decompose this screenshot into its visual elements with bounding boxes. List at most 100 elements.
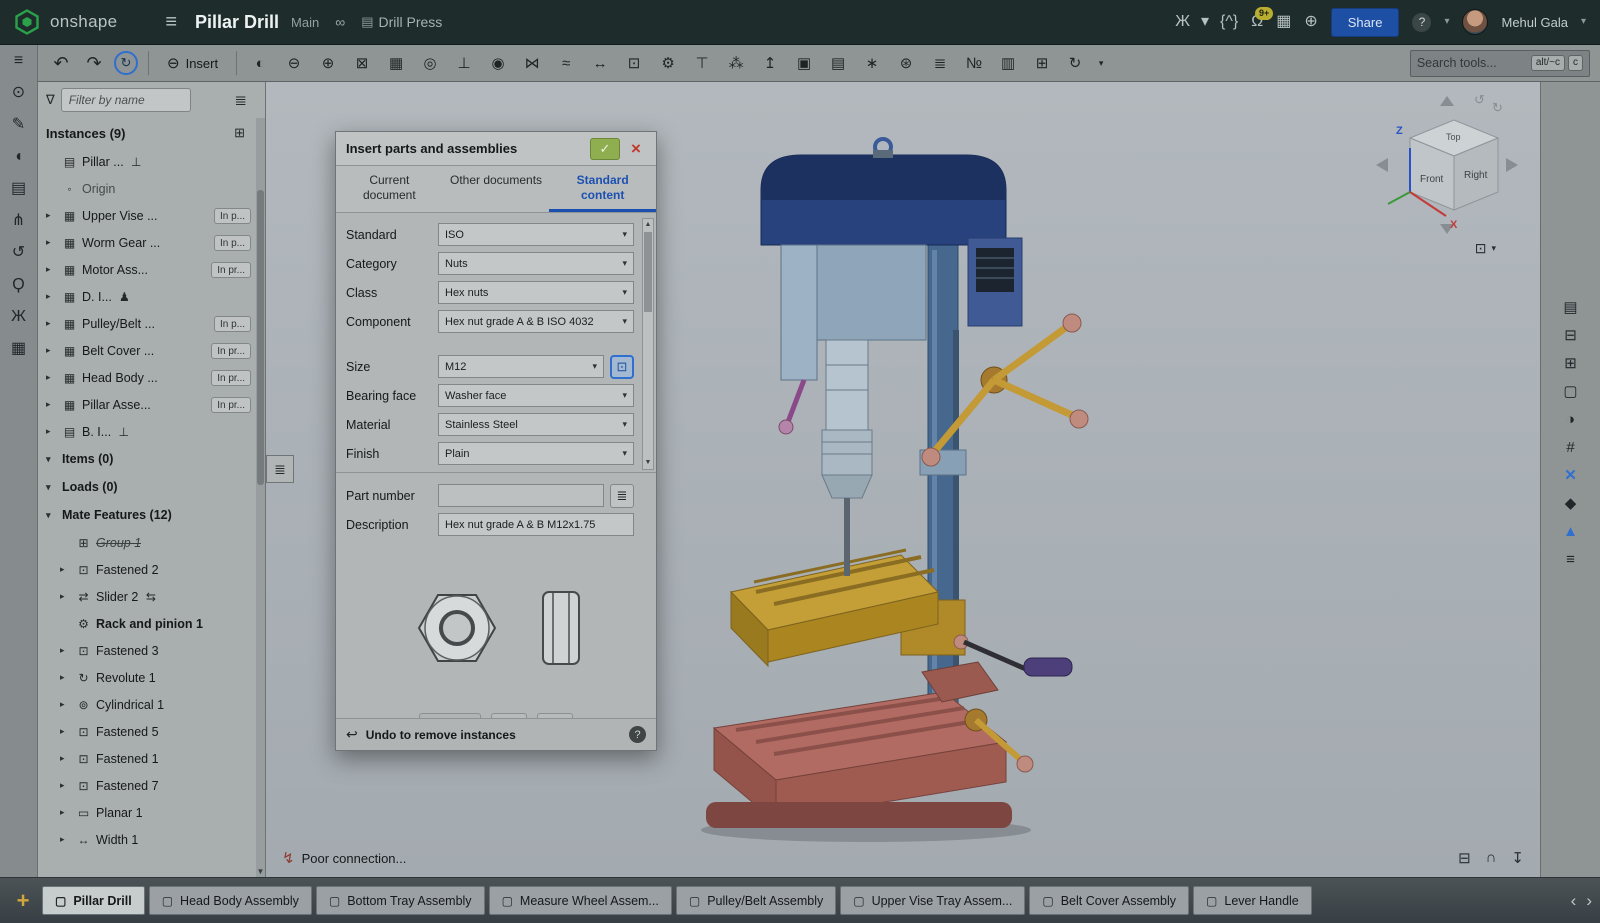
chevron-right-icon[interactable]: ▸ — [60, 645, 71, 656]
section-items[interactable]: ▾ Items (0) — [38, 445, 265, 473]
document-tab[interactable]: ▢ Measure Wheel Assem... — [489, 886, 672, 915]
pattern-icon[interactable]: ▦ — [383, 50, 409, 76]
insert-button[interactable]: ⊖ Insert — [159, 51, 226, 75]
scroll-up-arrow[interactable]: ▲ — [643, 219, 653, 231]
tree-item[interactable]: ▸ ▦ Worm Gear ... In p... — [38, 229, 265, 256]
workspace-name[interactable]: Main — [291, 15, 319, 30]
chevron-right-icon[interactable]: ▸ — [60, 672, 71, 683]
cylinder-icon[interactable]: ⊖ — [281, 50, 307, 76]
chevron-right-icon[interactable]: ▸ — [46, 318, 57, 329]
hamburger-icon[interactable]: ≡ — [165, 11, 177, 34]
tabs-scroll-right-icon[interactable]: › — [1586, 891, 1592, 911]
history-icon[interactable]: ◐ — [247, 50, 273, 76]
insert-nut-option-1[interactable] — [491, 713, 527, 718]
browse-icon[interactable]: ≣ — [610, 484, 634, 508]
search-tools[interactable]: alt/~cc — [1410, 50, 1590, 77]
comment-icon[interactable]: ◖ — [14, 149, 24, 165]
chevron-right-icon[interactable]: ▸ — [46, 237, 57, 248]
redo-icon[interactable]: ↷ — [81, 50, 107, 76]
mate-connector-icon[interactable]: ⊡ — [610, 355, 634, 379]
route-icon[interactable]: ≈ — [553, 50, 579, 76]
people-icon[interactable]: ⁂ — [723, 50, 749, 76]
mate-item[interactable]: ▸ ↔ Width 1 — [38, 826, 265, 853]
caret-down-icon[interactable]: ▾ — [1095, 50, 1107, 76]
tabs-scroll-left-icon[interactable]: ‹ — [1571, 891, 1577, 911]
mate-item[interactable]: ▸ ⇄ Slider 2 ⇆ — [38, 583, 265, 610]
tree-item[interactable]: ▸ ▦ Motor Ass... In pr... — [38, 256, 265, 283]
undo-instances-label[interactable]: Undo to remove instances — [366, 728, 516, 742]
image-icon[interactable]: ▣ — [791, 50, 817, 76]
dropdown[interactable]: Stainless Steel ▾ — [438, 413, 634, 436]
user-avatar[interactable] — [1462, 9, 1488, 35]
gear-plus-icon[interactable]: ⊛ — [893, 50, 919, 76]
dropdown[interactable]: Plain ▾ — [438, 442, 634, 465]
cloud-icon[interactable]: ∩ — [1486, 849, 1497, 867]
dialog-tab[interactable]: Other documents — [443, 166, 550, 212]
dropdown[interactable]: ISO ▾ — [438, 223, 634, 246]
chevron-right-icon[interactable]: ▸ — [46, 264, 57, 275]
comb-icon[interactable]: ≣ — [927, 50, 953, 76]
appearance-icon[interactable]: ▲ — [1563, 524, 1578, 539]
document-tab[interactable]: ▢ Upper Vise Tray Assem... — [840, 886, 1025, 915]
chevron-right-icon[interactable]: ▸ — [60, 780, 71, 791]
pencil-icon[interactable]: ✎ — [12, 117, 25, 133]
panel-scrollbar[interactable]: ▼ — [256, 118, 265, 877]
document-tab[interactable]: ▢ Head Body Assembly — [149, 886, 312, 915]
layers-icon[interactable]: ≡ — [1566, 552, 1575, 567]
mate-item[interactable]: ▸ ⊡ Fastened 5 — [38, 718, 265, 745]
description-input[interactable] — [438, 513, 634, 536]
section-icon[interactable]: ◑ — [1566, 412, 1575, 427]
insert-confirm-button[interactable]: Insert — [419, 713, 481, 718]
anchor-icon[interactable]: ⊥ — [451, 50, 477, 76]
sphere-icon[interactable]: ◎ — [417, 50, 443, 76]
sphere-plus-icon[interactable]: ⊕ — [315, 50, 341, 76]
document-tab[interactable]: ▢ Belt Cover Assembly — [1029, 886, 1189, 915]
globe-icon[interactable]: ⊕ — [1304, 14, 1317, 30]
mate-item[interactable]: ⊞ Group 1 — [38, 529, 265, 556]
chevron-right-icon[interactable]: ▸ — [46, 291, 57, 302]
chevron-right-icon[interactable]: ▸ — [60, 834, 71, 845]
versions-icon[interactable]: ⋔ — [12, 213, 25, 229]
sheet-icon[interactable]: ▥ — [995, 50, 1021, 76]
dialog-tab[interactable]: Current document — [336, 166, 443, 212]
chevron-right-icon[interactable]: ▸ — [46, 210, 57, 221]
bug-icon[interactable]: Ж — [11, 309, 26, 325]
bom-icon[interactable]: ▤ — [1563, 300, 1577, 315]
caret-down-icon[interactable]: ▾ — [1581, 17, 1586, 27]
chevron-right-icon[interactable]: ▸ — [46, 372, 57, 383]
view-cube[interactable]: ↻ ↺ Top Front Right Z X — [1366, 90, 1526, 240]
mirror-icon[interactable]: ⋈ — [519, 50, 545, 76]
book-icon[interactable]: ▤ — [825, 50, 851, 76]
mate-item[interactable]: ▸ ⊡ Fastened 7 — [38, 772, 265, 799]
box-icon[interactable]: ⊠ — [349, 50, 375, 76]
tray-icon[interactable]: ↧ — [1511, 849, 1524, 867]
filter-input[interactable] — [61, 88, 191, 112]
dropdown[interactable]: M12 ▾ — [438, 355, 604, 378]
apps-grid-icon[interactable]: ▦ — [1276, 14, 1291, 30]
document-tab[interactable]: ▢ Lever Handle — [1193, 886, 1312, 915]
notes-icon[interactable]: ▤ — [11, 181, 26, 197]
tree-item[interactable]: ▸ ▦ Upper Vise ... In p... — [38, 202, 265, 229]
features-list-icon[interactable]: ≡ — [14, 53, 23, 69]
search-tools-input[interactable] — [1417, 56, 1525, 70]
close-button[interactable]: × — [626, 139, 646, 159]
chevron-right-icon[interactable]: ▸ — [46, 345, 57, 356]
link-icon[interactable]: ∞ — [335, 14, 345, 30]
clock-icon[interactable]: ↺ — [12, 245, 25, 261]
dropdown[interactable]: Hex nuts ▾ — [438, 281, 634, 304]
dropdown[interactable]: Hex nut grade A & B ISO 4032 ▾ — [438, 310, 634, 333]
mate-item[interactable]: ▸ ⊡ Fastened 2 — [38, 556, 265, 583]
dropdown[interactable]: Washer face ▾ — [438, 384, 634, 407]
gear-icon[interactable]: ⚙ — [655, 50, 681, 76]
show-window-icon[interactable]: ⊞ — [234, 125, 245, 141]
table-icon[interactable]: ▦ — [11, 341, 26, 357]
document-tab[interactable]: ▢ Pulley/Belt Assembly — [676, 886, 836, 915]
mate-item[interactable]: ▸ ↻ Revolute 1 — [38, 664, 265, 691]
scrollbar-thumb[interactable] — [257, 190, 264, 485]
mate-item[interactable]: ⚙ Rack and pinion 1 — [38, 610, 265, 637]
tree-item[interactable]: ▸ ▦ D. I... ♟ — [38, 283, 265, 310]
chevron-right-icon[interactable]: ▸ — [60, 753, 71, 764]
scrollbar-thumb[interactable] — [644, 232, 652, 312]
section-loads[interactable]: ▾ Loads (0) — [38, 473, 265, 501]
boxes-icon[interactable]: ⊞ — [1029, 50, 1055, 76]
